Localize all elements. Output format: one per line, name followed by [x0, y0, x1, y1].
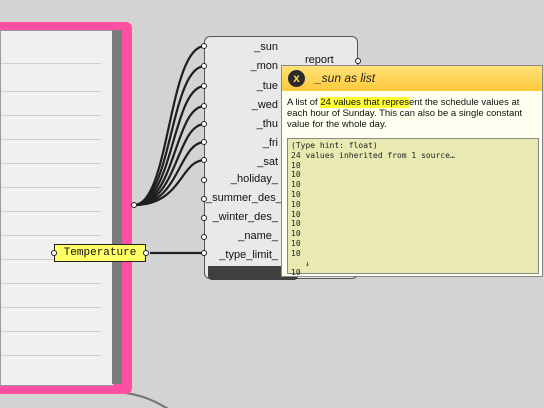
- panel-scrollbar[interactable]: [112, 30, 122, 384]
- panel-row-line: [1, 283, 101, 284]
- value-line: 10: [291, 170, 301, 180]
- input-tue[interactable]: _tue: [206, 79, 278, 93]
- parameter-tooltip: x _sun as list A list of 24 values that …: [281, 65, 543, 277]
- value-line: 10: [291, 268, 301, 278]
- wire-lower: [119, 390, 169, 408]
- input-mon[interactable]: _mon: [206, 59, 278, 73]
- input-fri[interactable]: _fri: [206, 136, 278, 150]
- panel-row-line: [1, 163, 101, 164]
- description-highlight: 24 values that repres: [320, 97, 409, 108]
- value-line: 10: [291, 180, 301, 190]
- value-line: 10: [291, 219, 301, 229]
- value-line: 10: [291, 199, 301, 209]
- tooltip-values-box: (Type hint: float) 24 values inherited f…: [287, 138, 539, 277]
- input-grip[interactable]: [201, 196, 207, 202]
- more-values-arrow-icon: ↓: [305, 258, 310, 268]
- panel-row-line: [1, 331, 101, 332]
- type-hint: (Type hint: float): [291, 141, 378, 150]
- input-grip[interactable]: [201, 157, 207, 163]
- panel-row-line: [1, 139, 101, 140]
- panel-row-line: [1, 307, 101, 308]
- input-summer-des[interactable]: _summer_des_: [206, 191, 282, 205]
- value-line: 10: [291, 248, 301, 258]
- input-wed[interactable]: _wed: [206, 98, 278, 112]
- input-grip[interactable]: [201, 121, 207, 127]
- value-line: 10: [291, 189, 301, 199]
- tooltip-header: x _sun as list: [282, 66, 542, 91]
- parameter-icon: x: [288, 70, 305, 87]
- input-grip[interactable]: [201, 83, 207, 89]
- panel-row-line: [1, 187, 101, 188]
- source-info: 24 values inherited from 1 source…: [291, 150, 455, 160]
- temperature-input-grip[interactable]: [51, 250, 57, 256]
- input-grip[interactable]: [201, 234, 207, 240]
- input-thu[interactable]: _thu: [206, 117, 278, 131]
- input-grip[interactable]: [201, 177, 207, 183]
- value-line: 10: [291, 238, 301, 248]
- panel-output-grip[interactable]: [131, 202, 137, 208]
- value-line: 10: [291, 160, 301, 170]
- description-text: A list of: [287, 97, 321, 108]
- value-line: 10: [291, 229, 301, 239]
- tooltip-title: _sun as list: [315, 71, 376, 85]
- input-grip[interactable]: [201, 103, 207, 109]
- input-sun[interactable]: _sun: [206, 40, 278, 54]
- temperature-output-grip[interactable]: [143, 250, 149, 256]
- input-grip[interactable]: [201, 43, 207, 49]
- panel-row-line: [1, 211, 101, 212]
- panel-row-line: [1, 115, 101, 116]
- output-grip[interactable]: [355, 58, 361, 64]
- input-holiday[interactable]: _holiday_: [206, 172, 278, 186]
- input-winter-des[interactable]: _winter_des_: [206, 210, 278, 224]
- input-sat[interactable]: _sat: [206, 155, 278, 169]
- input-grip[interactable]: [201, 63, 207, 69]
- panel-row-line: [1, 91, 101, 92]
- panel-row-line: [1, 235, 101, 236]
- input-grip[interactable]: [201, 250, 207, 256]
- schedule-panel[interactable]: [0, 22, 132, 394]
- input-name[interactable]: _name_: [206, 229, 278, 243]
- input-grip[interactable]: [201, 215, 207, 221]
- panel-row-line: [1, 355, 101, 356]
- grasshopper-canvas[interactable]: 1.8 _sun _mon _tue _wed _thu _fri _sat _…: [0, 0, 544, 408]
- tooltip-description: A list of 24 values that represent the s…: [287, 97, 541, 130]
- input-grip[interactable]: [201, 139, 207, 145]
- input-type-limit[interactable]: _type_limit_: [206, 248, 278, 262]
- value-line: 10: [291, 209, 301, 219]
- temperature-panel[interactable]: Temperature: [54, 244, 146, 262]
- panel-row-line: [1, 63, 101, 64]
- panel-content: [0, 30, 114, 386]
